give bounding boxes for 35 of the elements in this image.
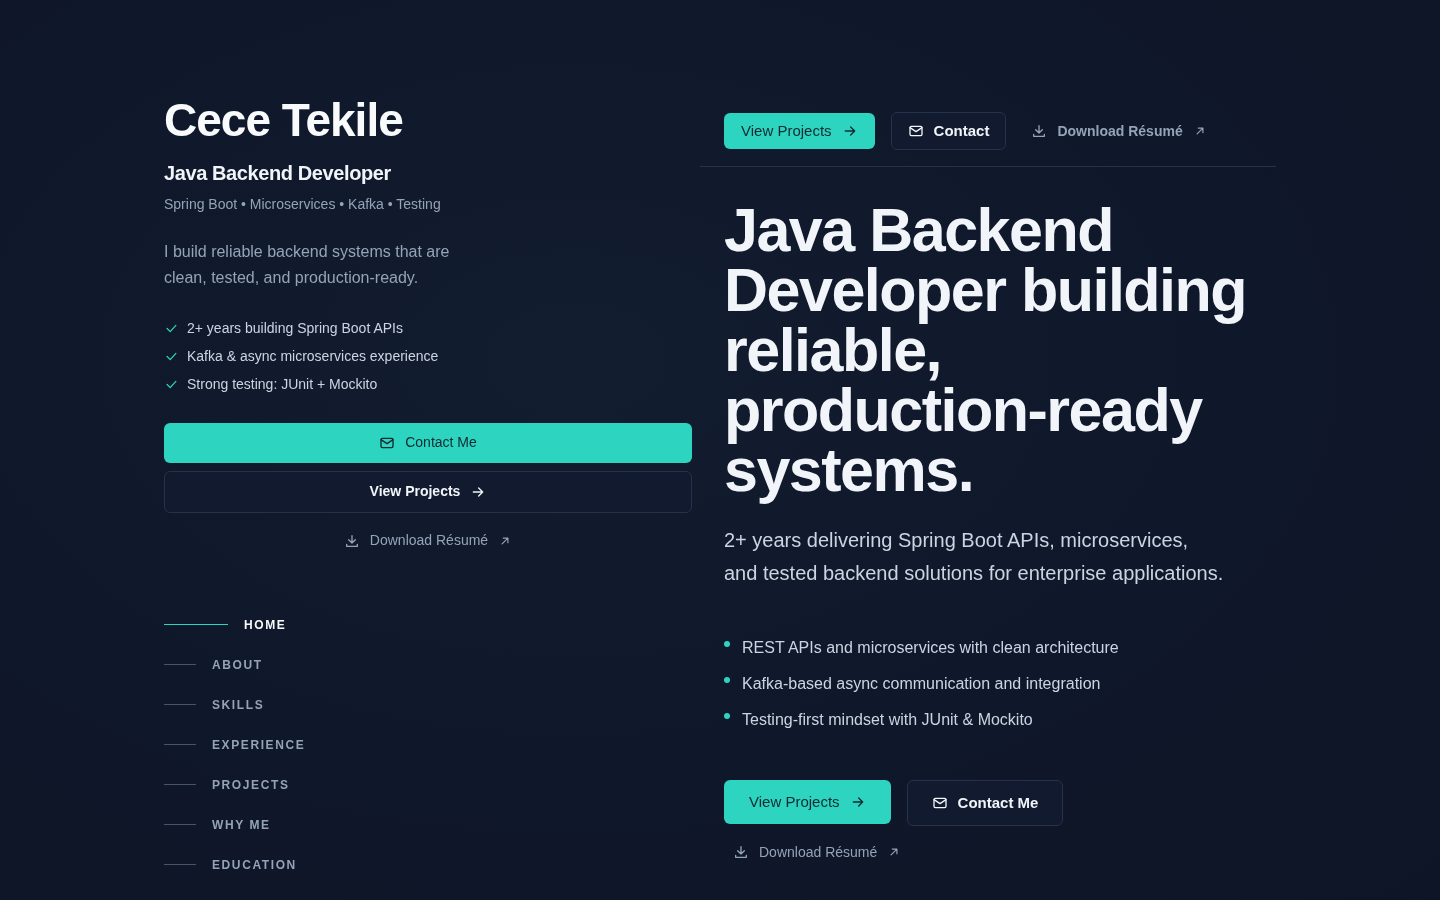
contact-button[interactable]: Contact (890, 112, 1007, 150)
hero-summary: 2+ years delivering Spring Boot APIs, microservices, and tested backend solutions for enterprise applications. (724, 528, 1224, 586)
point-text: REST APIs and microservices with clean architecture (742, 638, 1119, 658)
mail-icon (907, 123, 924, 139)
download-resume-link[interactable]: Download Résumé (1022, 113, 1216, 149)
contact-button[interactable]: Contact Me (164, 422, 692, 463)
nav-link[interactable]: EDUCATION (164, 844, 692, 885)
download-resume-link[interactable]: Download Résumé (342, 520, 514, 561)
contact-button[interactable]: Contact Me (906, 780, 1064, 826)
nav-link[interactable]: EXPERIENCE (164, 724, 692, 765)
mail-icon (931, 795, 948, 811)
stack-text: Spring Boot • Microservices • Kafka • Testing (164, 194, 442, 214)
download-icon (343, 532, 360, 549)
download-resume-link[interactable]: Download Résumé (724, 838, 911, 866)
bullet-icon (724, 713, 730, 719)
nav-link[interactable]: PROJECTS (164, 764, 692, 805)
point-text: Kafka-based async communication and integration (742, 674, 1101, 694)
role-title: Java Backend Developer (164, 160, 392, 186)
bullet-icon (724, 641, 730, 647)
download-icon (733, 844, 749, 860)
view-projects-button[interactable]: View Projects (724, 780, 891, 824)
nav-link[interactable]: ABOUT (164, 644, 692, 685)
highlight-text: Kafka & async microservices experience (187, 347, 439, 367)
download-icon (1031, 123, 1048, 139)
view-projects-button[interactable]: View Projects (164, 470, 692, 513)
bullet-icon (724, 677, 730, 683)
point-text: Testing-first mindset with JUnit & Mockito (742, 710, 1033, 730)
highlight-text: Strong testing: JUnit + Mockito (187, 375, 378, 395)
nav-link[interactable]: HOME (164, 604, 692, 645)
highlight-text: 2+ years building Spring Boot APIs (187, 319, 403, 339)
name-heading: Cece Tekile (164, 95, 404, 146)
nav-link[interactable]: SKILLS (164, 684, 692, 725)
view-projects-button[interactable]: View Projects (724, 113, 875, 149)
nav-link[interactable]: WHY ME (164, 804, 692, 845)
intro-text: I build reliable backend systems that are clean, tested, and production-ready. (164, 241, 451, 288)
